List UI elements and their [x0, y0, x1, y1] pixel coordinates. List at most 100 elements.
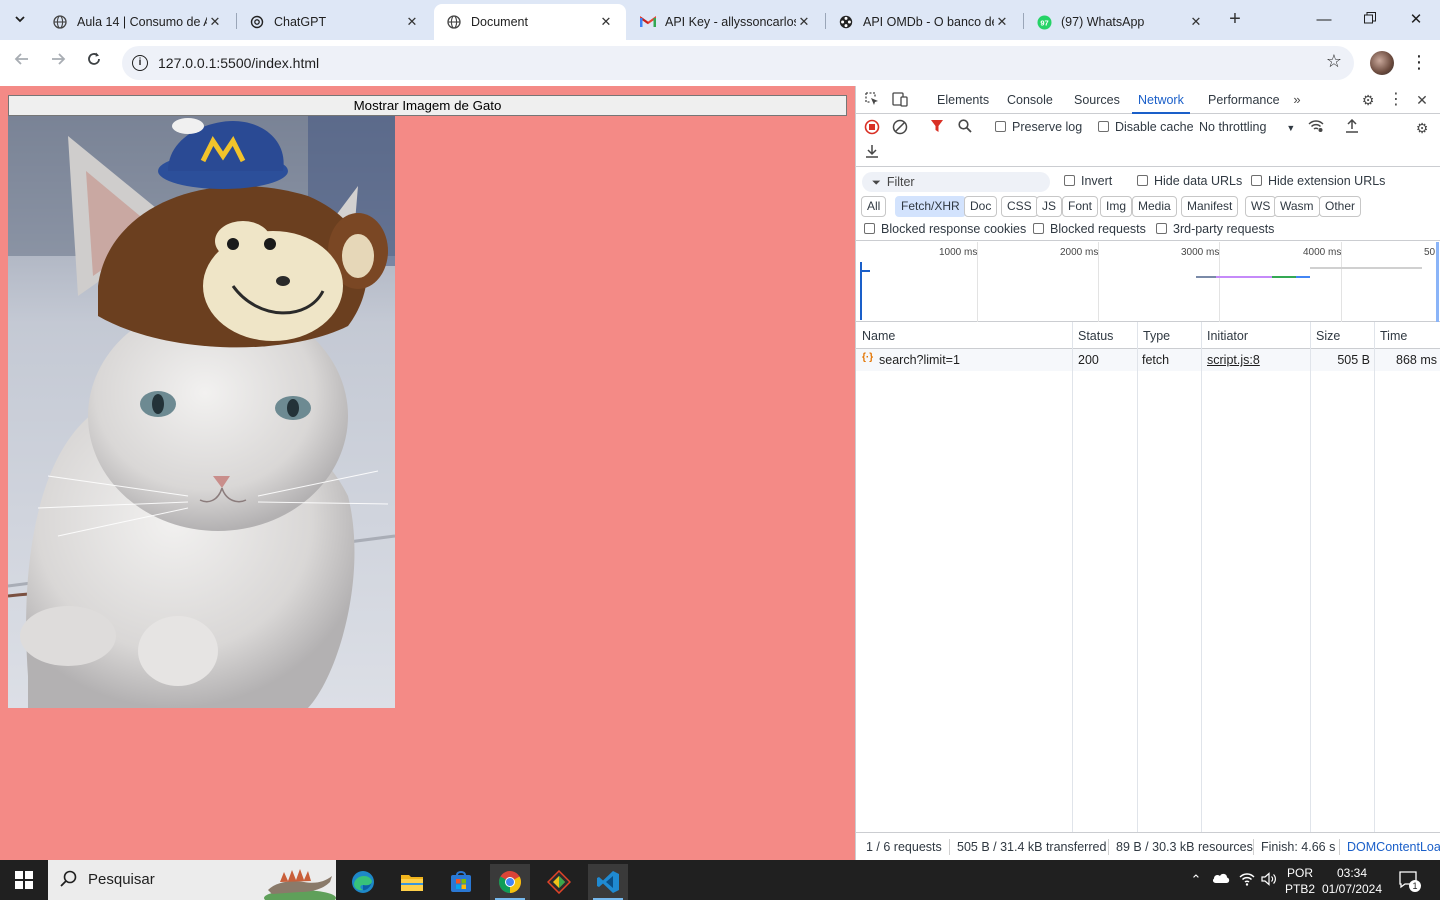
- devtools-tab-elements[interactable]: Elements: [937, 86, 989, 114]
- tab-chatgpt[interactable]: ChatGPT ✕: [237, 4, 432, 40]
- column-header-size[interactable]: Size: [1316, 322, 1340, 348]
- close-icon[interactable]: ✕: [994, 14, 1010, 30]
- devtools-tab-sources[interactable]: Sources: [1074, 86, 1120, 114]
- column-divider[interactable]: [1374, 322, 1375, 832]
- invert-checkbox[interactable]: Invert: [1064, 174, 1112, 188]
- devtools-tab-performance[interactable]: Performance: [1208, 86, 1280, 114]
- timeline-end-handle[interactable]: [1436, 242, 1439, 322]
- type-chip-js[interactable]: JS: [1036, 196, 1063, 217]
- status-divider: [1108, 839, 1109, 855]
- taskbar-file-explorer-app[interactable]: [392, 864, 432, 900]
- blocked-requests-checkbox[interactable]: Blocked requests: [1033, 222, 1146, 236]
- type-chip-fetch-xhr[interactable]: Fetch/XHR: [895, 196, 966, 217]
- type-chip-css[interactable]: CSS: [1001, 196, 1038, 217]
- request-initiator-link[interactable]: script.js:8: [1207, 350, 1260, 370]
- settings-gear-icon[interactable]: ⚙: [1359, 91, 1377, 109]
- restore-button[interactable]: [1360, 10, 1380, 30]
- taskbar-chrome-app[interactable]: [490, 864, 530, 900]
- disable-cache-checkbox[interactable]: Disable cache: [1098, 120, 1194, 134]
- device-toolbar-icon[interactable]: [891, 91, 909, 109]
- type-chip-wasm[interactable]: Wasm: [1274, 196, 1320, 217]
- type-chip-media[interactable]: Media: [1132, 196, 1177, 217]
- tab-aula14[interactable]: Aula 14 | Consumo de A ✕: [40, 4, 235, 40]
- hide-data-urls-checkbox[interactable]: Hide data URLs: [1137, 174, 1242, 188]
- request-name[interactable]: search?limit=1: [879, 350, 960, 370]
- devtools-tab-network[interactable]: Network: [1132, 86, 1190, 114]
- tab-search-button[interactable]: [8, 7, 32, 31]
- import-har-icon[interactable]: [1343, 118, 1361, 137]
- inspect-element-icon[interactable]: [863, 91, 881, 109]
- minimize-button[interactable]: —: [1314, 10, 1334, 30]
- close-icon[interactable]: ✕: [207, 14, 223, 30]
- network-conditions-icon[interactable]: [1307, 119, 1325, 137]
- close-icon[interactable]: ✕: [1188, 14, 1204, 30]
- devtools-tab-console[interactable]: Console: [1007, 86, 1053, 114]
- onedrive-cloud-icon[interactable]: [1210, 860, 1232, 900]
- column-header-name[interactable]: Name: [862, 322, 895, 348]
- volume-icon[interactable]: [1258, 860, 1280, 900]
- column-header-status[interactable]: Status: [1078, 322, 1113, 348]
- show-hidden-icons-chevron[interactable]: ⌃: [1186, 860, 1206, 900]
- throttling-select[interactable]: No throttling ▼: [1199, 120, 1295, 134]
- site-info-icon[interactable]: i: [132, 55, 148, 71]
- type-chip-doc[interactable]: Doc: [964, 196, 998, 217]
- column-header-initiator[interactable]: Initiator: [1207, 322, 1248, 348]
- new-tab-button[interactable]: +: [1224, 9, 1246, 31]
- windows-start-button[interactable]: [15, 871, 33, 889]
- column-divider[interactable]: [1137, 322, 1138, 832]
- close-devtools-icon[interactable]: ✕: [1413, 91, 1431, 109]
- record-stop-icon[interactable]: [863, 119, 881, 137]
- type-chip-manifest[interactable]: Manifest: [1181, 196, 1239, 217]
- wifi-icon[interactable]: [1236, 860, 1258, 900]
- type-chip-font[interactable]: Font: [1062, 196, 1099, 217]
- taskbar-search-box[interactable]: Pesquisar: [48, 860, 336, 900]
- network-settings-icon[interactable]: ⚙: [1413, 119, 1431, 137]
- network-overview-timeline[interactable]: 1000 ms 2000 ms 3000 ms 4000 ms 50: [856, 242, 1440, 322]
- close-window-button[interactable]: ✕: [1406, 10, 1426, 30]
- browser-menu-icon[interactable]: ⋮: [1410, 51, 1428, 75]
- type-chip-all[interactable]: All: [861, 196, 887, 217]
- forward-button[interactable]: [46, 51, 70, 75]
- export-har-icon[interactable]: [863, 144, 881, 162]
- column-header-time[interactable]: Time: [1380, 322, 1407, 348]
- tab-whatsapp[interactable]: 97 (97) WhatsApp ✕: [1024, 4, 1216, 40]
- reload-button[interactable]: [82, 51, 106, 75]
- column-divider[interactable]: [1072, 322, 1073, 832]
- devtools-menu-icon[interactable]: ⋮: [1387, 91, 1405, 109]
- table-row[interactable]: {·} search?limit=1 200 fetch script.js:8…: [856, 349, 1440, 371]
- taskbar-vscode-app[interactable]: [588, 864, 628, 900]
- preserve-log-checkbox[interactable]: Preserve log: [995, 120, 1082, 134]
- input-language-indicator[interactable]: POR PTB2: [1283, 860, 1317, 900]
- more-tabs-icon[interactable]: »: [1288, 91, 1306, 109]
- type-chip-other[interactable]: Other: [1319, 196, 1362, 217]
- type-chip-ws[interactable]: WS: [1245, 196, 1277, 217]
- search-icon[interactable]: [956, 119, 974, 137]
- tab-omdb[interactable]: API OMDb - O banco de ✕: [826, 4, 1022, 40]
- taskbar-git-app[interactable]: [539, 864, 579, 900]
- tab-api-key[interactable]: API Key - allyssoncarlos ✕: [628, 4, 824, 40]
- type-chip-img[interactable]: Img: [1100, 196, 1133, 217]
- third-party-requests-checkbox[interactable]: 3rd-party requests: [1156, 222, 1274, 236]
- url-text[interactable]: 127.0.0.1:5500/index.html: [158, 55, 319, 71]
- taskbar-store-app[interactable]: [441, 864, 481, 900]
- clear-icon[interactable]: [891, 119, 909, 137]
- column-divider[interactable]: [1201, 322, 1202, 832]
- close-icon[interactable]: ✕: [404, 14, 420, 30]
- hide-extension-urls-checkbox[interactable]: Hide extension URLs: [1251, 174, 1385, 188]
- blocked-response-cookies-checkbox[interactable]: Blocked response cookies: [864, 222, 1026, 236]
- taskbar-edge-app[interactable]: [343, 864, 383, 900]
- address-bar[interactable]: i 127.0.0.1:5500/index.html ☆: [122, 46, 1354, 80]
- close-icon[interactable]: ✕: [796, 14, 812, 30]
- close-icon[interactable]: ✕: [598, 14, 614, 30]
- tab-document[interactable]: Document ✕: [434, 4, 626, 40]
- filter-funnel-icon[interactable]: [928, 119, 946, 137]
- back-button[interactable]: [10, 51, 34, 75]
- bookmark-star-icon[interactable]: ☆: [1326, 51, 1342, 72]
- column-divider[interactable]: [1310, 322, 1311, 832]
- profile-avatar[interactable]: [1370, 51, 1394, 75]
- filter-input[interactable]: ⏷ Filter: [862, 172, 1050, 192]
- notification-center-button[interactable]: 1: [1396, 860, 1422, 900]
- taskbar-clock[interactable]: 03:34 01/07/2024: [1319, 860, 1385, 900]
- show-cat-image-button[interactable]: Mostrar Imagem de Gato: [8, 95, 847, 116]
- column-header-type[interactable]: Type: [1143, 322, 1170, 348]
